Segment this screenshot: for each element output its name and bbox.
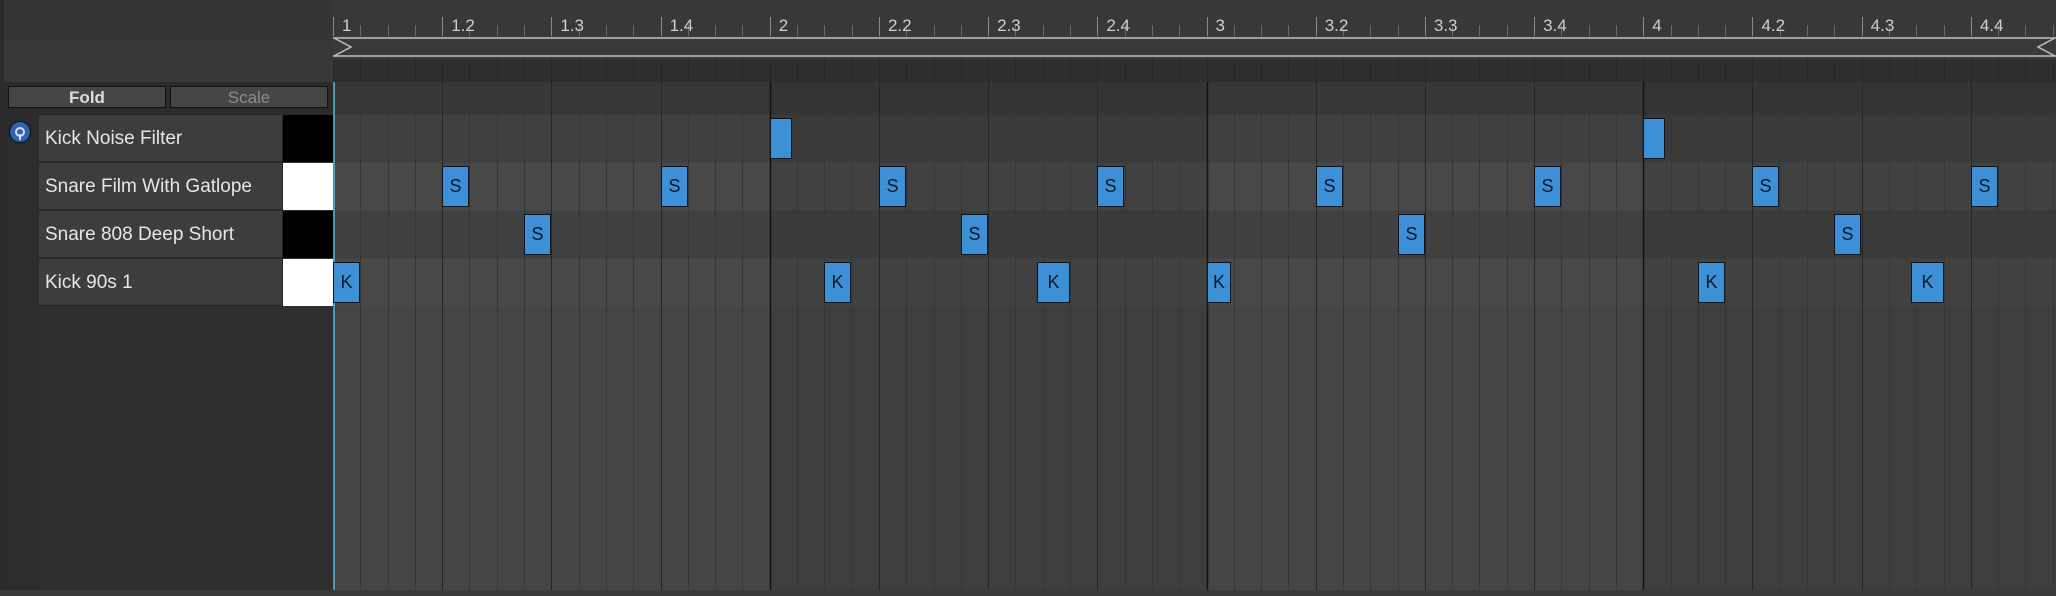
ruler-graphics: 1 1.2 1.3 1.4 2 2.2 2.3 2.4 3 3.2 3.3 3.4 4 4.2 4.3 4.4 [333, 0, 2056, 82]
ruler-label: 2.3 [997, 16, 1021, 35]
midi-note[interactable]: S [1834, 214, 1861, 255]
midi-note[interactable]: K [1698, 262, 1725, 303]
header-spacer-middle [4, 40, 333, 82]
ruler-label: 2.2 [888, 16, 912, 35]
track-row[interactable]: Kick Noise Filter [39, 115, 333, 162]
track-row[interactable]: Snare Film With Gatlope [39, 163, 333, 210]
ruler-label-band [333, 0, 2056, 36]
track-color-swatch[interactable] [282, 115, 333, 162]
ruler-label: 3.2 [1325, 16, 1349, 35]
ruler-label: 2.4 [1106, 16, 1130, 35]
scrollbar-track[interactable] [0, 590, 2056, 596]
track-color-swatch[interactable] [282, 211, 333, 258]
header-spacer-top [4, 0, 333, 40]
ruler-lower-band [333, 59, 2056, 82]
beat-time-ruler[interactable]: 1 1.2 1.3 1.4 2 2.2 2.3 2.4 3 3.2 3.3 3.4 4 4.2 4.3 4.4 [333, 0, 2056, 82]
ruler-label: 3 [1216, 16, 1225, 35]
midi-note[interactable] [770, 118, 792, 159]
midi-note[interactable]: S [1398, 214, 1425, 255]
ruler-label: 4 [1652, 16, 1661, 35]
midi-note[interactable]: S [879, 166, 906, 207]
track-color-swatch[interactable] [282, 259, 333, 306]
midi-note[interactable]: S [661, 166, 688, 207]
midi-note[interactable]: S [1752, 166, 1779, 207]
track-row[interactable]: Snare 808 Deep Short [39, 211, 333, 258]
midi-drum-editor: Fold Scale Kick Noise Filter Snare Film … [0, 0, 2056, 596]
midi-note[interactable]: K [1037, 262, 1070, 303]
midi-note[interactable]: K [1207, 262, 1231, 303]
track-row[interactable]: Kick 90s 1 [39, 259, 333, 306]
track-color-swatch[interactable] [282, 163, 333, 210]
ruler-label: 1 [342, 16, 351, 35]
midi-note[interactable]: S [1971, 166, 1998, 207]
ruler-label: 4.3 [1871, 16, 1895, 35]
fold-button[interactable]: Fold [8, 86, 166, 108]
ruler-label: 4.2 [1761, 16, 1785, 35]
scale-button[interactable]: Scale [170, 86, 328, 108]
midi-note[interactable]: K [1911, 262, 1944, 303]
target-focus-icon[interactable] [9, 121, 31, 143]
notes-layer: S S S S S S S S S S S S K K K K K K [333, 82, 2056, 596]
midi-note[interactable]: S [1316, 166, 1343, 207]
ruler-label: 3.3 [1434, 16, 1458, 35]
track-list: Kick Noise Filter Snare Film With Gatlop… [39, 115, 333, 596]
track-name: Kick Noise Filter [45, 128, 183, 149]
midi-note[interactable]: S [961, 214, 988, 255]
ruler-label: 1.2 [451, 16, 475, 35]
midi-note[interactable]: S [1534, 166, 1561, 207]
track-gutter [4, 115, 39, 596]
midi-note[interactable]: K [333, 262, 360, 303]
ruler-label: 1.3 [560, 16, 584, 35]
track-header-panel: Fold Scale Kick Noise Filter Snare Film … [0, 0, 333, 596]
ruler-label: 1.4 [670, 16, 694, 35]
midi-note[interactable]: S [1097, 166, 1124, 207]
note-grid[interactable]: S S S S S S S S S S S S K K K K K K [333, 82, 2056, 596]
ruler-label: 4.4 [1980, 16, 2004, 35]
track-name: Kick 90s 1 [45, 272, 133, 293]
midi-note[interactable]: K [824, 262, 851, 303]
midi-note[interactable]: S [524, 214, 551, 255]
ruler-label: 2 [779, 16, 788, 35]
track-name: Snare 808 Deep Short [45, 224, 235, 245]
ruler-label: 3.4 [1543, 16, 1567, 35]
track-name: Snare Film With Gatlope [45, 176, 252, 197]
midi-note[interactable] [1643, 118, 1665, 159]
midi-note[interactable]: S [442, 166, 469, 207]
